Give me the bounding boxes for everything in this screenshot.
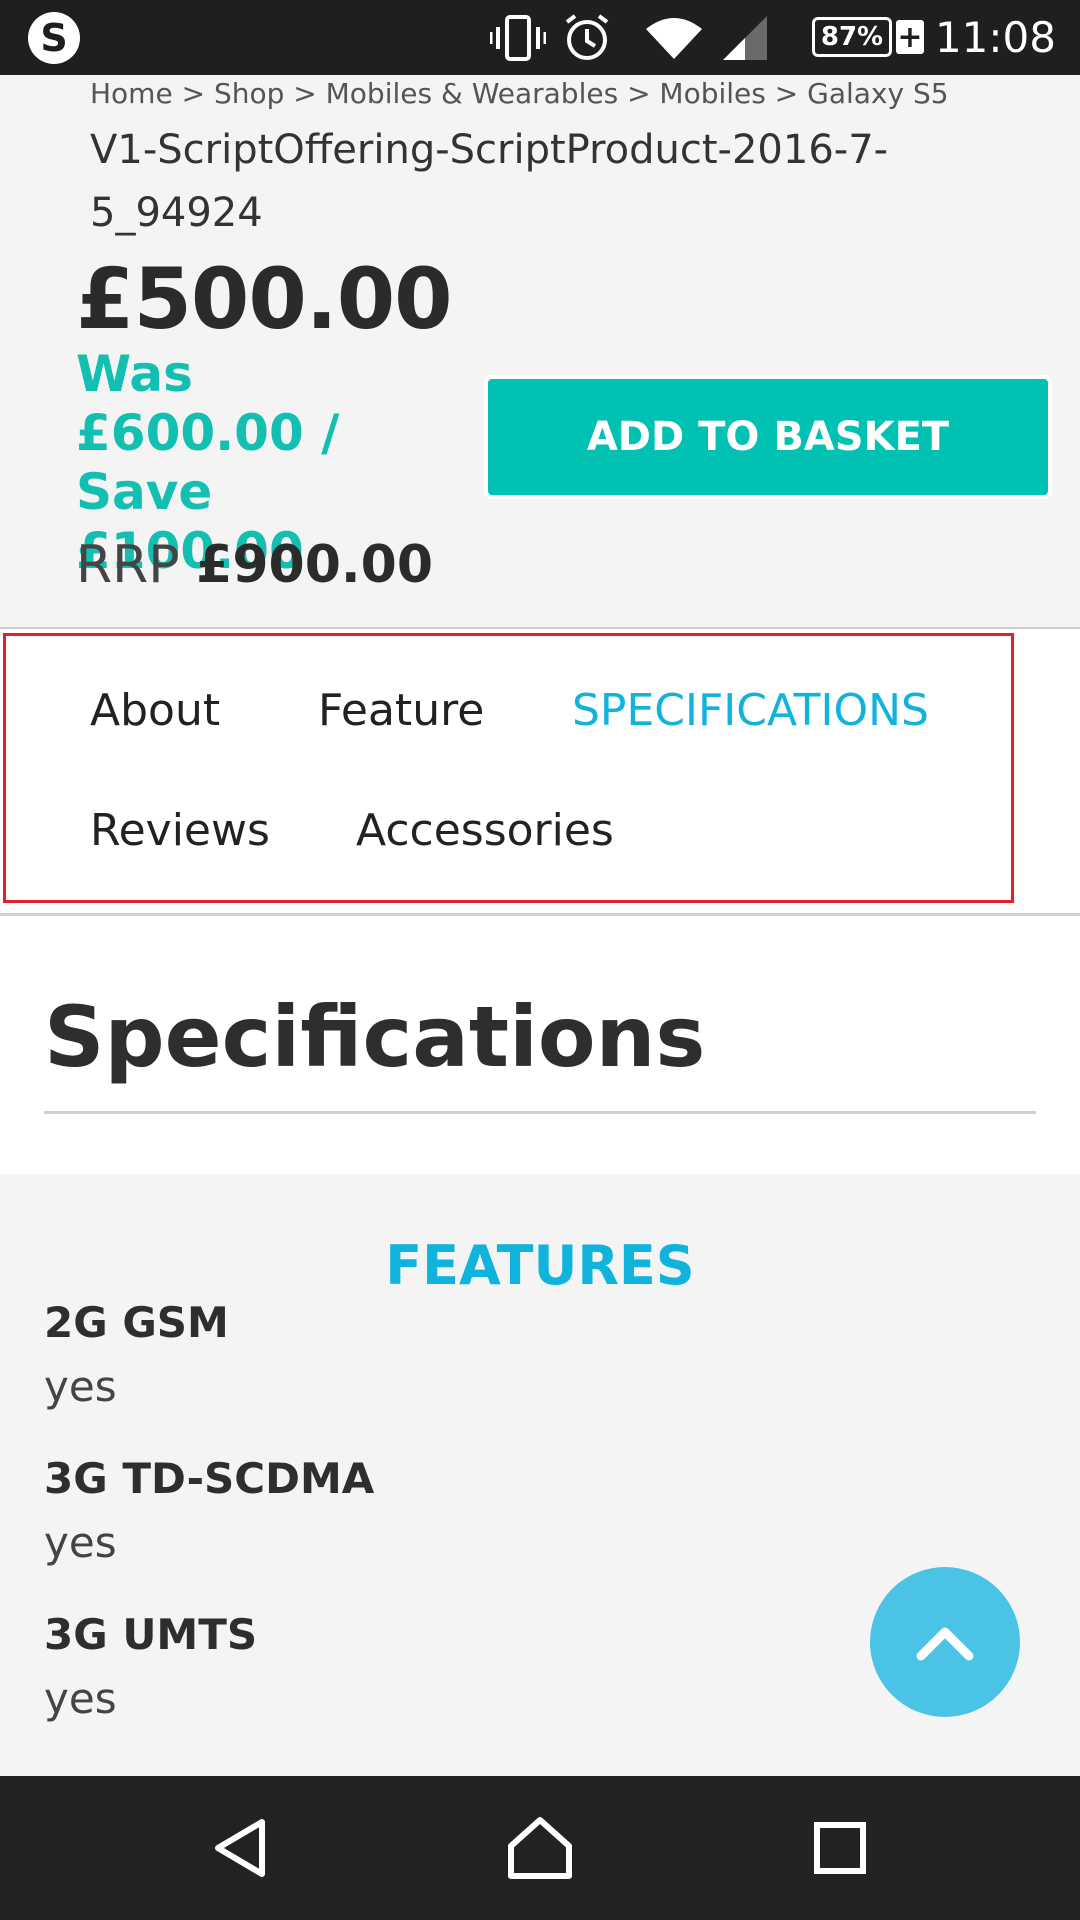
add-to-basket-button[interactable]: ADD TO BASKET	[484, 375, 1052, 499]
rrp-value: £900.00	[196, 535, 433, 595]
scroll-to-top-button[interactable]	[870, 1567, 1020, 1717]
system-nav-bar	[0, 1776, 1080, 1920]
charging-indicator: +	[896, 19, 924, 55]
spec-item-value: yes	[44, 1674, 117, 1723]
chevron-up-icon	[916, 1627, 974, 1661]
spec-item-name: 3G UMTS	[44, 1610, 258, 1659]
rrp-label: RRP	[76, 535, 180, 595]
recents-icon[interactable]	[800, 1808, 880, 1888]
home-icon[interactable]	[500, 1808, 580, 1888]
product-title: V1-ScriptOffering-ScriptProduct-2016-7-5…	[90, 127, 889, 236]
back-icon[interactable]	[200, 1808, 280, 1888]
signal-icon	[720, 0, 770, 75]
specifications-section: Specifications	[0, 916, 1080, 1174]
divider	[44, 1111, 1036, 1114]
status-bar: S 87% + 11:08	[0, 0, 1080, 75]
spec-item-value: yes	[44, 1362, 117, 1411]
svg-text:S: S	[40, 16, 67, 60]
spec-item-name: 2G GSM	[44, 1298, 229, 1347]
battery-level: 87%	[820, 22, 884, 52]
product-header: Home > Shop > Mobiles & Wearables > Mobi…	[0, 75, 1080, 627]
status-time: 11:08	[934, 13, 1056, 62]
wifi-icon	[642, 0, 706, 75]
features-heading: FEATURES	[385, 1234, 695, 1297]
spec-item-value: yes	[44, 1518, 117, 1567]
specifications-title: Specifications	[44, 988, 706, 1086]
vibrate-icon	[488, 0, 548, 75]
battery-icon: 87%	[812, 17, 892, 57]
skype-icon: S	[24, 0, 84, 75]
breadcrumb[interactable]: Home > Shop > Mobiles & Wearables > Mobi…	[90, 77, 949, 110]
alarm-icon	[562, 0, 612, 75]
rrp-price: RRP £900.00	[76, 535, 433, 595]
tabs-highlight-box	[3, 633, 1014, 903]
spec-item-name: 3G TD-SCDMA	[44, 1454, 375, 1503]
product-price: £500.00	[76, 250, 453, 348]
